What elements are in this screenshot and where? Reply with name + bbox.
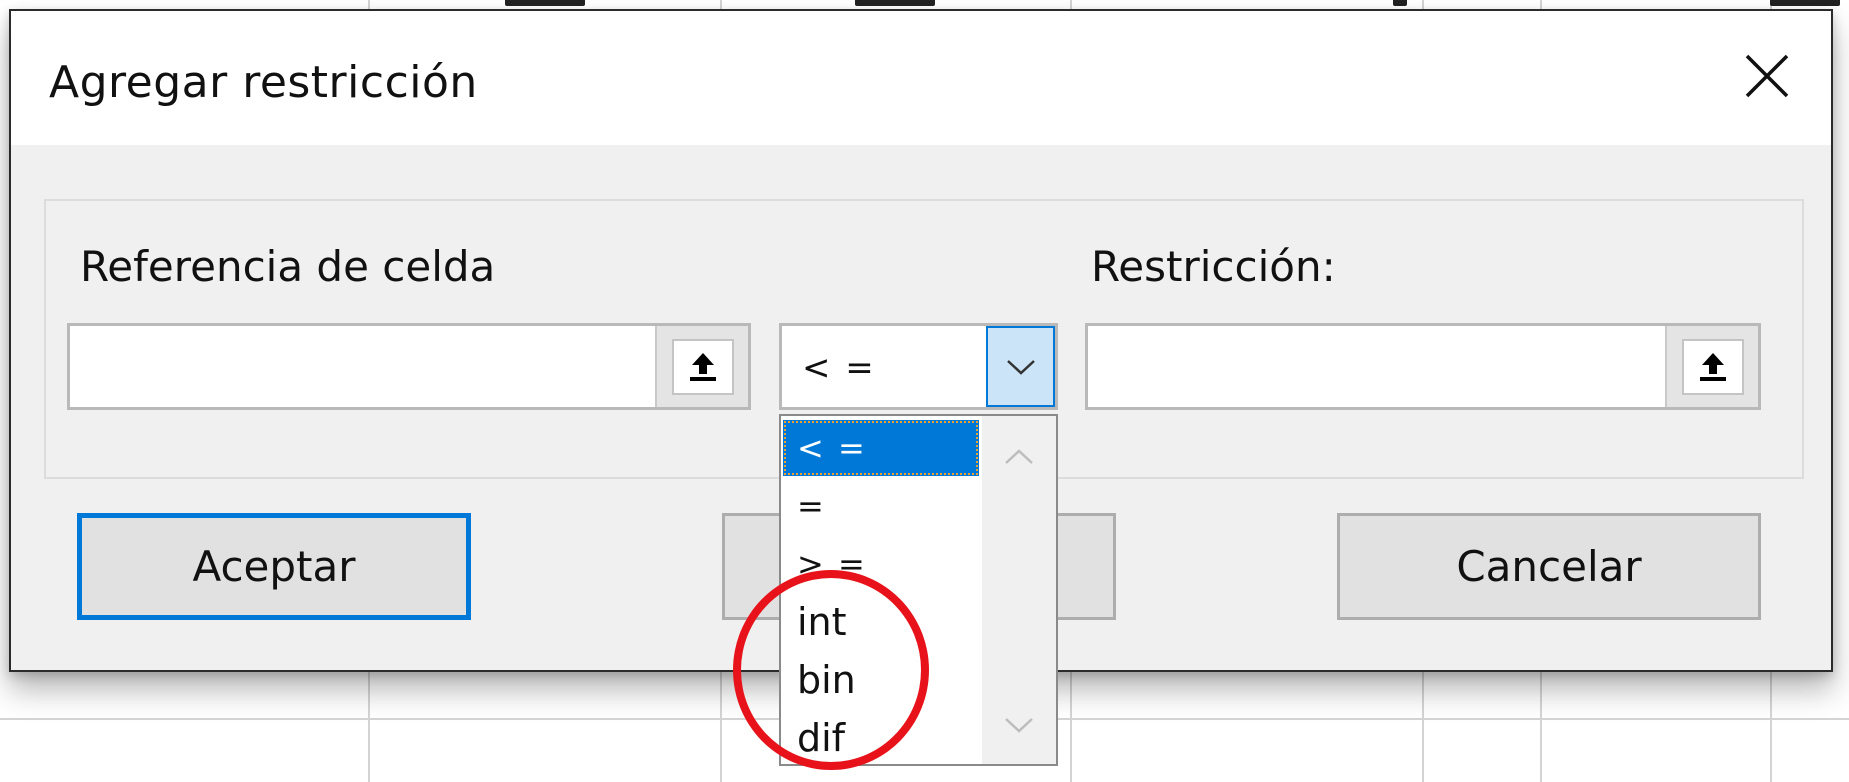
cell-reference-collapse-button[interactable] <box>655 326 748 407</box>
close-icon <box>1745 54 1789 98</box>
operator-select[interactable]: < = <box>779 323 1058 410</box>
chevron-up-icon <box>1005 449 1033 464</box>
cell-reference-input[interactable] <box>70 326 653 407</box>
dialog-titlebar: Agregar restricción <box>11 11 1831 145</box>
operator-option[interactable]: > = <box>783 536 979 592</box>
operator-selected-value: < = <box>802 348 876 388</box>
collapse-dialog-icon <box>671 338 734 395</box>
collapse-dialog-icon <box>1681 338 1744 395</box>
cell-content-fragment <box>855 0 935 6</box>
operator-option[interactable]: bin <box>783 652 979 708</box>
operator-dropdown-button[interactable] <box>986 326 1055 407</box>
operator-option[interactable]: dif <box>783 710 979 766</box>
constraint-collapse-button[interactable] <box>1665 326 1758 407</box>
cell-content-fragment <box>1770 0 1840 6</box>
constraint-input[interactable] <box>1088 326 1663 407</box>
dialog-title: Agregar restricción <box>49 57 478 108</box>
chevron-down-icon <box>1005 718 1033 733</box>
constraint-label: Restricción: <box>1091 242 1336 291</box>
dropdown-scrollbar[interactable] <box>982 416 1056 764</box>
operator-option[interactable]: < = <box>783 420 979 476</box>
cell-content-fragment <box>1393 0 1407 6</box>
cell-reference-label: Referencia de celda <box>80 242 496 291</box>
operator-dropdown-list[interactable]: < = = > = int bin dif <box>779 414 1058 766</box>
chevron-down-icon <box>1006 359 1035 375</box>
operator-option[interactable]: int <box>783 594 979 650</box>
cell-content-fragment <box>505 0 585 6</box>
accept-button[interactable]: Aceptar <box>77 513 471 620</box>
operator-option[interactable]: = <box>783 478 979 534</box>
constraint-field[interactable] <box>1085 323 1761 410</box>
cancel-button[interactable]: Cancelar <box>1337 513 1761 620</box>
close-button[interactable] <box>1717 31 1817 121</box>
cell-reference-field[interactable] <box>67 323 751 410</box>
scroll-up-button[interactable] <box>1000 442 1038 472</box>
scroll-down-button[interactable] <box>1000 710 1038 740</box>
